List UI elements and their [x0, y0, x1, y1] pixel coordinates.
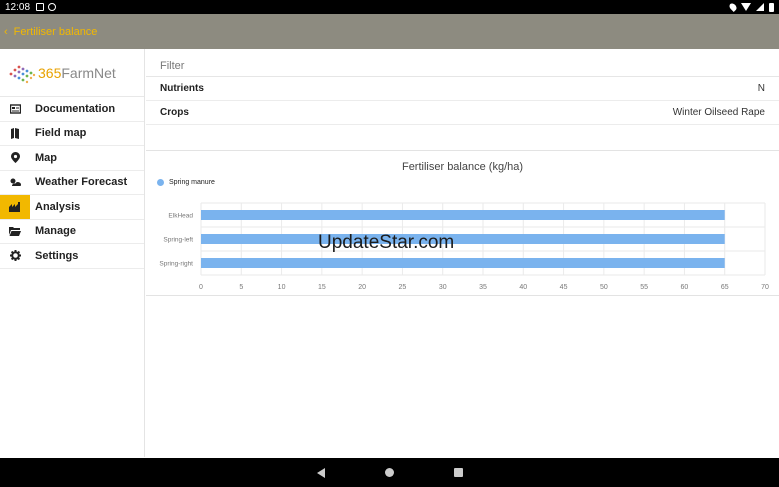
sidebar-item-documentation[interactable]: Documentation	[0, 97, 144, 122]
sidebar-item-label: Manage	[35, 225, 76, 238]
logo-text-suffix: FarmNet	[61, 64, 116, 81]
sidebar-item-analysis[interactable]: Analysis	[0, 194, 144, 220]
filter-value: N	[757, 83, 765, 94]
signal-icon	[756, 3, 764, 11]
x-tick-label: 0	[199, 284, 203, 291]
chart-title: Fertiliser balance (kg/ha)	[401, 161, 524, 173]
bar-chart: 0 5 10 15 20 25 30 35 40 45 50 55 60 65 70 ElkHead Sprin…	[159, 202, 769, 291]
x-tick-label: 35	[479, 284, 487, 291]
x-tick-label: 20	[358, 284, 366, 291]
weather-icon	[0, 170, 30, 194]
filter-key: Nutrients	[160, 83, 204, 94]
documentation-icon	[0, 97, 30, 121]
bar	[201, 258, 725, 268]
sidebar-item-label: Analysis	[35, 200, 81, 213]
bar	[201, 210, 725, 220]
x-tick-label: 55	[640, 284, 648, 291]
bar	[201, 234, 725, 244]
x-tick-label: 15	[318, 284, 326, 291]
filter-heading: Filter	[146, 49, 779, 77]
app-bar: ‹ Fertiliser balance	[0, 14, 779, 49]
x-tick-label: 30	[439, 284, 447, 291]
logo: 365FarmNet	[0, 49, 144, 97]
system-nav-bar	[0, 458, 779, 487]
gear-icon	[0, 244, 30, 268]
sync-icon	[48, 3, 57, 11]
nav-home-icon[interactable]	[384, 468, 394, 477]
x-tick-label: 50	[600, 284, 608, 291]
sidebar-item-label: Documentation	[35, 102, 116, 115]
wifi-icon	[741, 3, 751, 11]
sidebar-item-label: Map	[35, 151, 57, 164]
chart-legend: Spring manure	[157, 179, 215, 186]
sidebar-item-label: Settings	[35, 249, 79, 262]
legend-swatch	[157, 179, 164, 186]
x-tick-label: 65	[721, 284, 729, 291]
x-tick-label: 10	[278, 284, 286, 291]
logo-text-prefix: 365	[38, 64, 62, 81]
sidebar-item-label: Field map	[35, 127, 87, 140]
status-bar: 12:08	[0, 0, 779, 14]
category-label: Spring-left	[163, 237, 193, 244]
sidebar-item-field-map[interactable]: Field map	[0, 121, 144, 146]
x-tick-label: 5	[239, 284, 243, 291]
category-label: ElkHead	[168, 213, 193, 220]
location-icon	[728, 2, 738, 12]
x-tick-label: 40	[519, 284, 527, 291]
filter-key: Crops	[160, 107, 189, 118]
status-time: 12:08	[5, 1, 31, 13]
sidebar-item-label: Weather Forecast	[35, 176, 128, 189]
x-tick-label: 45	[560, 284, 568, 291]
sidebar-item-map[interactable]: Map	[0, 146, 144, 171]
farmnet-logo-icon	[9, 65, 36, 83]
sidebar: 365FarmNet Documentation Field map Map W…	[0, 49, 145, 457]
folder-icon	[0, 219, 30, 243]
filter-row-nutrients[interactable]: Nutrients N	[146, 77, 779, 101]
x-tick-label: 60	[681, 284, 689, 291]
notification-icon	[36, 3, 45, 11]
legend-label: Spring manure	[169, 179, 215, 186]
sidebar-item-manage[interactable]: Manage	[0, 219, 144, 244]
map-pin-icon	[0, 146, 30, 170]
nav-back-icon[interactable]	[316, 467, 325, 478]
back-icon[interactable]: ‹	[4, 26, 8, 38]
filter-value: Winter Oilseed Rape	[672, 107, 765, 118]
nav-recents-icon[interactable]	[453, 468, 463, 477]
field-map-icon	[0, 121, 30, 145]
category-label: Spring-right	[159, 261, 193, 268]
watermark: UpdateStar.com	[318, 232, 455, 253]
chart-card: Fertiliser balance (kg/ha) Spring manure…	[146, 150, 779, 296]
filter-row-crops[interactable]: Crops Winter Oilseed Rape	[146, 101, 779, 125]
battery-icon	[769, 2, 774, 12]
page-title: Fertiliser balance	[13, 25, 98, 38]
sidebar-item-weather-forecast[interactable]: Weather Forecast	[0, 170, 144, 195]
x-tick-label: 25	[399, 284, 407, 291]
main-content: Filter Nutrients N Crops Winter Oilseed …	[146, 49, 779, 457]
x-tick-label: 70	[761, 284, 769, 291]
analysis-icon	[0, 194, 30, 219]
sidebar-item-settings[interactable]: Settings	[0, 244, 144, 269]
